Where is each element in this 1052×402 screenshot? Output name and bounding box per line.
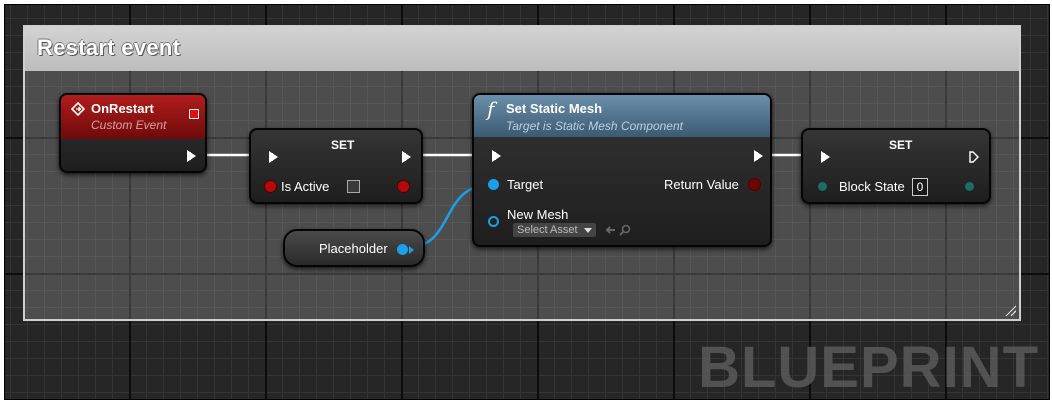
node-title: SET — [889, 138, 913, 152]
node-title: OnRestart — [91, 101, 154, 116]
exec-in-pin[interactable] — [821, 151, 830, 163]
object-out-pin[interactable] — [397, 244, 408, 255]
exec-out-pin[interactable] — [754, 150, 763, 162]
is-active-checkbox[interactable] — [347, 180, 360, 193]
set-static-mesh-node[interactable]: f Set Static Mesh Target is Static Mesh … — [472, 93, 772, 247]
browse-icon[interactable] — [619, 224, 631, 236]
delegate-pin[interactable] — [189, 109, 199, 119]
target-in-pin[interactable] — [488, 179, 499, 190]
node-title: SET — [331, 138, 355, 152]
set-is-active-node[interactable]: SET Is Active — [249, 128, 423, 204]
blueprint-watermark: BLUEPRINT — [698, 335, 1039, 400]
use-asset-icon[interactable] — [604, 224, 616, 236]
exec-out-pin[interactable] — [402, 151, 411, 163]
bool-out-pin[interactable] — [398, 181, 409, 192]
dropdown-label: Select Asset — [517, 224, 578, 236]
exec-in-pin[interactable] — [492, 150, 501, 162]
event-icon — [71, 102, 85, 116]
pin-label: Return Value — [664, 177, 739, 192]
function-icon: f — [487, 97, 495, 121]
block-state-value[interactable]: 0 — [912, 178, 928, 196]
variable-label: Placeholder — [319, 241, 388, 256]
int-out-pin[interactable] — [965, 182, 974, 191]
on-restart-node[interactable]: OnRestart Custom Event — [59, 93, 207, 173]
exec-in-pin[interactable] — [269, 151, 278, 163]
blueprint-graph[interactable]: Restart event OnRestart Custom Event SET… — [4, 4, 1050, 400]
new-mesh-in-pin[interactable] — [488, 216, 499, 227]
node-subtitle: Target is Static Mesh Component — [506, 119, 683, 133]
int-in-pin[interactable] — [818, 182, 827, 191]
dropdown-arrow-icon — [583, 227, 592, 233]
return-value-pin[interactable] — [749, 179, 760, 190]
pin-label: Target — [507, 177, 544, 192]
select-asset-dropdown[interactable]: Select Asset — [513, 223, 596, 237]
node-title: Set Static Mesh — [506, 101, 603, 116]
pin-label: Block State — [839, 179, 905, 194]
pin-label: Is Active — [281, 179, 330, 194]
exec-out-pin[interactable] — [969, 151, 979, 163]
node-subtitle: Custom Event — [91, 118, 167, 132]
pin-arrow-icon — [409, 246, 414, 254]
pin-label: New Mesh — [507, 207, 569, 222]
exec-out-pin[interactable] — [187, 150, 196, 162]
set-block-state-node[interactable]: SET Block State 0 — [801, 128, 991, 204]
placeholder-variable-node[interactable]: Placeholder — [283, 229, 425, 267]
bool-in-pin[interactable] — [265, 181, 276, 192]
